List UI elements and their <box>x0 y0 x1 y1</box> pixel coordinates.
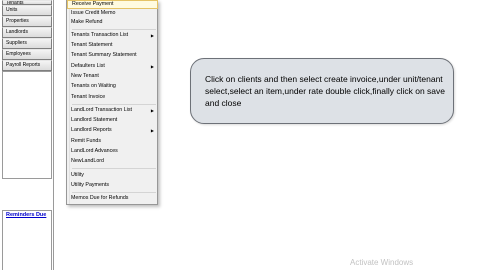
menu-item-tenant-statement[interactable]: Tenant Statement <box>67 41 158 50</box>
menu-item-label: Utility <box>71 172 84 178</box>
menu-item-label: LandLord Transaction List <box>71 107 132 113</box>
menu-separator <box>72 192 156 193</box>
menu-item-label: Receive Payment <box>72 1 114 7</box>
submenu-arrow-icon: ▶ <box>150 108 154 113</box>
submenu-arrow-icon: ▶ <box>150 64 154 69</box>
callout-text: Click on clients and then select create … <box>205 74 446 108</box>
menu-item-landlord-statement[interactable]: Landlord Statement <box>67 116 158 125</box>
submenu-arrow-icon: ▶ <box>150 33 154 38</box>
menu-item-new-landlord[interactable]: NewLandLord <box>67 157 158 166</box>
menu-item-tenants-transaction-list[interactable]: Tenants Transaction List ▶ <box>67 31 158 40</box>
menu-item-make-refund[interactable]: Make Refund <box>67 18 158 27</box>
menu-item-receive-payment[interactable]: Receive Payment <box>67 0 158 9</box>
instruction-callout: Click on clients and then select create … <box>190 58 454 124</box>
menu-item-utility-payments[interactable]: Utility Payments <box>67 181 158 190</box>
nav-button-employees[interactable]: Employees <box>2 49 52 60</box>
menu-item-label: Tenant Summary Statement <box>71 52 137 58</box>
menu-separator <box>72 104 156 105</box>
navigation-panel: Tenants Units Properties Landlords Suppl… <box>0 0 54 270</box>
menu-item-tenant-invoice[interactable]: Tenant Invoice <box>67 93 158 102</box>
menu-item-tenant-summary-statement[interactable]: Tenant Summary Statement <box>67 51 158 60</box>
menu-item-label: Tenant Invoice <box>71 94 106 100</box>
nav-button-landlords[interactable]: Landlords <box>2 27 52 38</box>
navigation-blank-area <box>2 71 52 179</box>
menu-item-label: NewLandLord <box>71 158 104 164</box>
nav-button-units[interactable]: Units <box>2 5 52 16</box>
menu-item-label: Memos Due for Refunds <box>71 195 129 201</box>
menu-item-utility[interactable]: Utility <box>67 171 158 180</box>
menu-item-label: Utility Payments <box>71 182 109 188</box>
menu-item-memos-due-for-refunds[interactable]: Memos Due for Refunds <box>67 194 158 203</box>
menu-separator <box>72 29 156 30</box>
menu-item-tenants-on-waiting[interactable]: Tenants on Waiting <box>67 82 158 91</box>
callout-tail-shape <box>225 121 241 138</box>
menu-item-label: New Tenant <box>71 73 99 79</box>
menu-item-defaulters-list[interactable]: Defaulters List ▶ <box>67 62 158 71</box>
reminders-due-link[interactable]: Reminders Due <box>6 212 46 218</box>
menu-separator <box>72 168 156 169</box>
activate-windows-watermark: Activate Windows <box>350 258 414 267</box>
submenu-arrow-icon: ▶ <box>150 128 154 133</box>
menu-item-remit-funds[interactable]: Remit Funds <box>67 137 158 146</box>
callout-tail-join <box>227 120 239 123</box>
menu-item-landlord-advances[interactable]: LandLord Advances <box>67 147 158 156</box>
nav-button-payroll-reports[interactable]: Payroll Reports <box>2 60 52 71</box>
menu-item-label: Landlord Reports <box>71 127 112 133</box>
menu-item-label: Tenant Statement <box>71 42 113 48</box>
menu-item-label: Defaulters List <box>71 63 105 69</box>
menu-item-landlord-transaction-list[interactable]: LandLord Transaction List ▶ <box>67 106 158 115</box>
menu-item-issue-credit-memo[interactable]: Issue Credit Memo <box>67 9 158 18</box>
menu-item-label: Issue Credit Memo <box>71 10 116 16</box>
menu-item-label: Landlord Statement <box>71 117 118 123</box>
menu-item-landlord-reports[interactable]: Landlord Reports ▶ <box>67 126 158 135</box>
reminders-panel: Reminders Due <box>2 210 52 270</box>
menu-item-label: Tenants Transaction List <box>71 32 129 38</box>
nav-button-properties[interactable]: Properties <box>2 16 52 27</box>
menu-item-label: LandLord Advances <box>71 148 118 154</box>
menu-item-label: Remit Funds <box>71 138 102 144</box>
menu-item-label: Make Refund <box>71 19 103 25</box>
navigation-button-list: Tenants Units Properties Landlords Suppl… <box>2 0 52 71</box>
nav-button-suppliers[interactable]: Suppliers <box>2 38 52 49</box>
menu-item-new-tenant[interactable]: New Tenant <box>67 72 158 81</box>
tenants-dropdown-menu: Receive Payment Issue Credit Memo Make R… <box>66 0 158 205</box>
menu-item-label: Tenants on Waiting <box>71 83 116 89</box>
